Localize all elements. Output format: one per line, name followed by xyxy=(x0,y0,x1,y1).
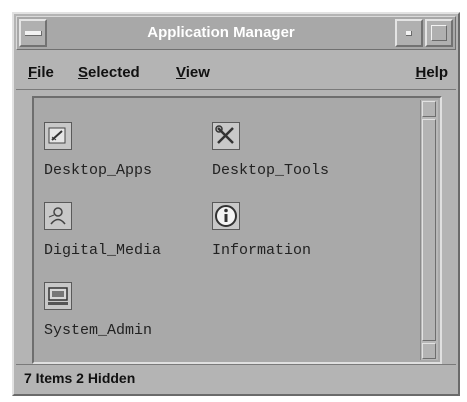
menu-view[interactable]: View xyxy=(176,64,210,81)
desktop-tools-icon xyxy=(212,122,240,150)
application-manager-window: Application Manager File Selected View H… xyxy=(12,12,460,396)
icon-label: System_Admin xyxy=(44,322,153,339)
minimize-button[interactable] xyxy=(395,19,423,47)
menu-bar: File Selected View Help xyxy=(16,52,456,90)
window-menu-button[interactable] xyxy=(19,19,47,47)
title-bar[interactable]: Application Manager xyxy=(16,16,456,50)
status-bar: 7 Items 2 Hidden xyxy=(16,364,456,392)
status-text: 7 Items 2 Hidden xyxy=(24,370,136,386)
menu-selected[interactable]: Selected xyxy=(78,64,140,81)
window-menu-icon xyxy=(25,31,42,36)
icon-label: Digital_Media xyxy=(44,242,162,259)
window-title: Application Manager xyxy=(147,24,295,41)
icon-desktop-apps[interactable]: Desktop_Apps xyxy=(44,122,214,192)
icon-label: Information xyxy=(212,242,312,259)
menu-help[interactable]: Help xyxy=(415,64,448,81)
application-groups-pane: Desktop_Apps Desktop_Tools Digital_Media… xyxy=(32,96,442,364)
scroll-down-button[interactable] xyxy=(422,343,436,359)
menu-file[interactable]: File xyxy=(28,64,54,81)
vertical-scrollbar[interactable] xyxy=(420,100,438,360)
minimize-icon xyxy=(406,31,412,36)
icon-digital-media[interactable]: Digital_Media xyxy=(44,202,214,272)
maximize-button[interactable] xyxy=(425,19,453,47)
icon-information[interactable]: Information xyxy=(212,202,382,272)
scroll-up-button[interactable] xyxy=(422,101,436,117)
icon-desktop-tools[interactable]: Desktop_Tools xyxy=(212,122,382,192)
digital-media-icon xyxy=(44,202,72,230)
desktop-apps-icon xyxy=(44,122,72,150)
icon-system-admin[interactable]: System_Admin xyxy=(44,282,214,352)
system-admin-icon xyxy=(44,282,72,310)
icon-label: Desktop_Apps xyxy=(44,162,153,179)
scroll-thumb[interactable] xyxy=(422,119,436,341)
icon-label: Desktop_Tools xyxy=(212,162,330,179)
maximize-icon xyxy=(431,25,447,41)
information-icon xyxy=(212,202,240,230)
